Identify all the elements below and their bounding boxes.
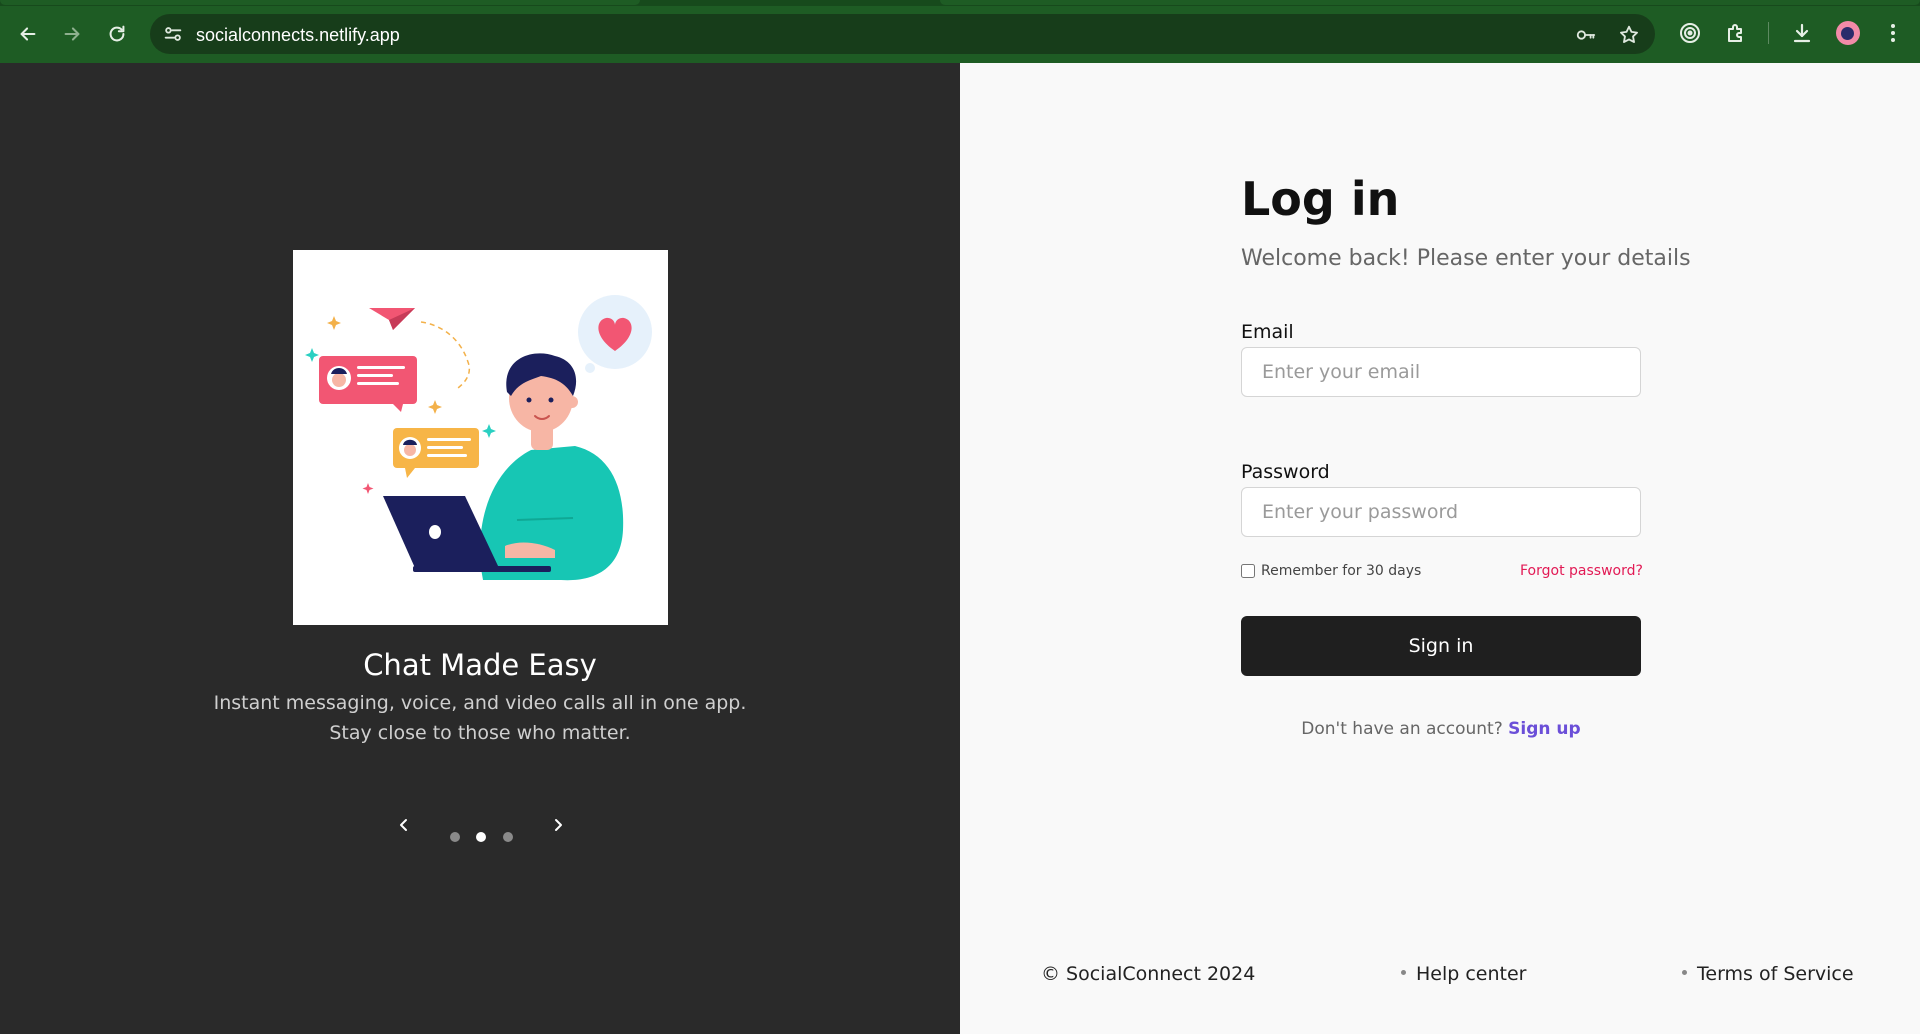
toolbar-separator <box>1768 22 1769 44</box>
no-account-text: Don't have an account? <box>1301 719 1503 739</box>
login-panel: Log in Welcome back! Please enter your d… <box>960 63 1920 1034</box>
tab-hint-left[interactable] <box>0 0 640 5</box>
chat-illustration-art <box>305 295 652 581</box>
extensions-button[interactable] <box>1723 20 1749 46</box>
remember-label: Remember for 30 days <box>1261 563 1422 579</box>
site-settings-icon[interactable] <box>162 23 184 45</box>
reload-icon <box>109 25 125 42</box>
slide-description: Instant messaging, voice, and video call… <box>180 688 780 748</box>
forward-arrow-icon <box>64 27 80 41</box>
password-key-icon[interactable] <box>1575 24 1597 46</box>
carousel-next-button[interactable] <box>547 814 569 836</box>
carousel-dot-2[interactable] <box>476 832 486 842</box>
chevron-left-icon <box>400 819 407 831</box>
signup-prompt: Don't have an account? Sign up <box>1241 719 1641 739</box>
footer-bullet <box>1682 970 1687 975</box>
remember-me[interactable]: Remember for 30 days <box>1241 563 1421 579</box>
tab-hint-right[interactable] <box>940 0 1920 5</box>
back-arrow-icon <box>20 27 36 41</box>
menu-button[interactable] <box>1880 20 1906 46</box>
chat-illustration <box>293 250 668 625</box>
password-label: Password <box>1241 461 1330 483</box>
slide-description-line-1: Instant messaging, voice, and video call… <box>213 692 747 714</box>
page-title: Log in <box>1241 172 1400 226</box>
browser-toolbar: socialconnects.netlify.app <box>0 0 1920 63</box>
url-text[interactable]: socialconnects.netlify.app <box>196 25 400 46</box>
carousel-panel: Chat Made Easy Instant messaging, voice,… <box>0 63 960 1034</box>
media-button[interactable] <box>1677 20 1703 46</box>
download-button[interactable] <box>1789 20 1815 46</box>
sign-up-link[interactable]: Sign up <box>1508 719 1581 739</box>
page-subtitle: Welcome back! Please enter your details <box>1241 246 1691 271</box>
reload-button[interactable] <box>101 18 133 50</box>
address-bar[interactable]: socialconnects.netlify.app <box>150 14 1655 54</box>
profile-avatar[interactable] <box>1836 21 1860 45</box>
forgot-password-link[interactable]: Forgot password? <box>1520 563 1643 579</box>
footer-terms-link[interactable]: Terms of Service <box>1697 963 1854 985</box>
menu-dots-icon <box>1891 24 1895 42</box>
carousel-dot-1[interactable] <box>450 832 460 842</box>
tab-strip <box>0 0 1920 6</box>
email-label: Email <box>1241 321 1294 343</box>
media-icon <box>1680 23 1700 43</box>
bookmark-star-icon[interactable] <box>1618 24 1640 46</box>
carousel-dot-3[interactable] <box>503 832 513 842</box>
carousel-prev-button[interactable] <box>393 814 415 836</box>
footer-bullet <box>1401 970 1406 975</box>
slide-description-line-2: Stay close to those who matter. <box>329 722 631 744</box>
slide-title: Chat Made Easy <box>363 648 597 682</box>
back-button[interactable] <box>12 18 44 50</box>
footer-help-link[interactable]: Help center <box>1416 963 1526 985</box>
extensions-icon <box>1728 24 1742 42</box>
email-field[interactable] <box>1241 347 1641 397</box>
download-icon <box>1793 23 1811 43</box>
chevron-right-icon <box>555 819 562 831</box>
password-field[interactable] <box>1241 487 1641 537</box>
footer-copyright: © SocialConnect 2024 <box>1041 963 1256 985</box>
sign-in-button[interactable]: Sign in <box>1241 616 1641 676</box>
forward-button[interactable] <box>56 18 88 50</box>
remember-checkbox[interactable] <box>1241 564 1255 578</box>
